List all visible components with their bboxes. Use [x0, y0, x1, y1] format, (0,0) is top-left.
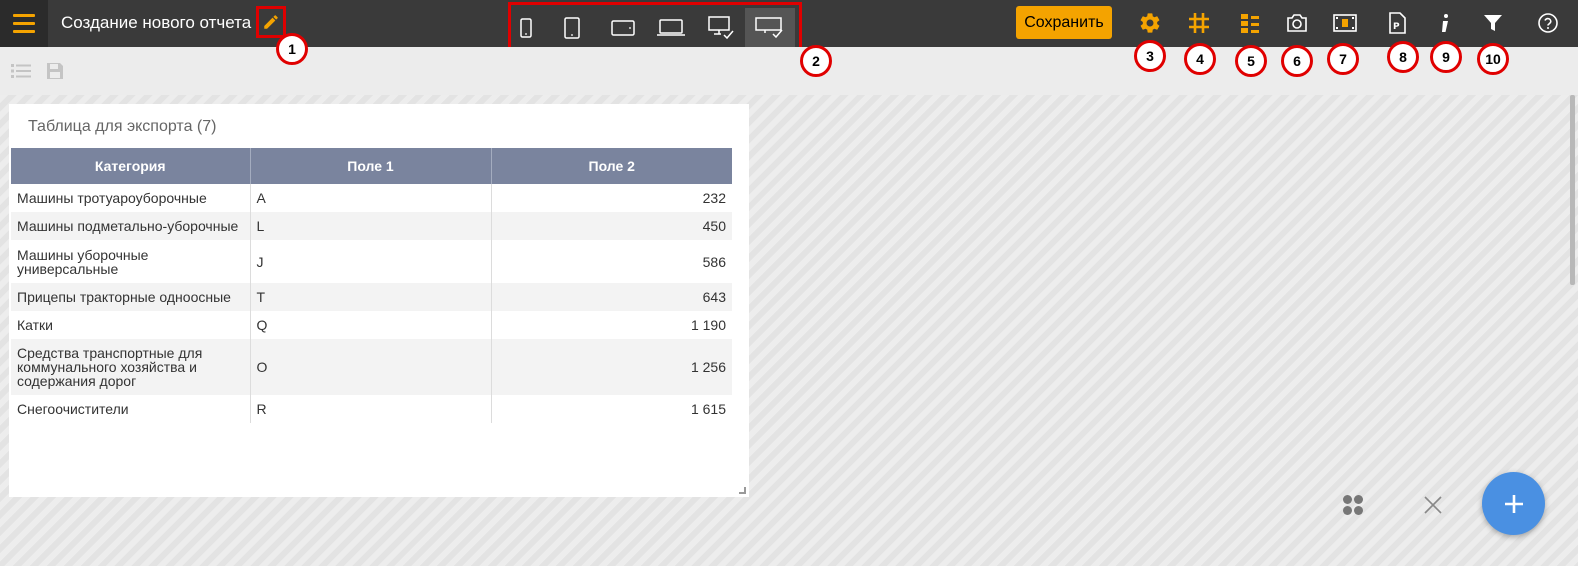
device-widescreen-button[interactable]: [745, 8, 795, 47]
save-layout-button[interactable]: [44, 60, 66, 82]
tree-icon: [1241, 14, 1259, 33]
callout-badge-2: 2: [800, 45, 832, 77]
slideshow-button[interactable]: [1330, 8, 1360, 38]
cell-category: Машины уборочные универсальные: [11, 240, 251, 283]
cell-field2: 586: [702, 253, 726, 270]
add-widget-button[interactable]: [1482, 472, 1545, 535]
cell-category: Прицепы тракторные одноосные: [11, 283, 251, 311]
help-button[interactable]: [1533, 8, 1563, 38]
svg-text:P: P: [1393, 22, 1400, 32]
cell-field1: L: [250, 212, 492, 240]
page-title: Создание нового отчета: [61, 13, 252, 32]
cell-category: Машины тротуароуборочные: [11, 184, 251, 212]
column-header-field1[interactable]: Поле 1: [250, 148, 492, 184]
cell-field1: O: [250, 339, 492, 395]
info-button[interactable]: [1430, 8, 1460, 38]
table-row: Средства транспортные для коммунального …: [11, 339, 732, 395]
four-dots-icon: [1343, 495, 1363, 515]
callout-badge-7: 7: [1327, 43, 1359, 75]
device-tablet-landscape-button[interactable]: [608, 8, 638, 47]
export-table: Категория Поле 1 Поле 2 Машины тротуароу…: [11, 148, 732, 423]
table-widget[interactable]: Таблица для экспорта (7) Категория Поле …: [9, 104, 749, 497]
info-icon: [1442, 14, 1448, 32]
edit-title-button[interactable]: [256, 6, 286, 38]
cell-field1: A: [250, 184, 492, 212]
filter-button[interactable]: [1478, 8, 1508, 38]
device-phone-portrait-button[interactable]: [513, 8, 539, 47]
tablet-landscape-icon: [611, 19, 635, 36]
cell-category: Катки: [11, 311, 251, 339]
callout-badge-4: 4: [1184, 43, 1216, 75]
callout-badge-1: 1: [276, 33, 308, 65]
pdf-icon: P: [1389, 12, 1406, 34]
device-tablet-portrait-button[interactable]: [559, 8, 585, 47]
column-header-category[interactable]: Категория: [11, 148, 251, 184]
plus-icon: [1504, 494, 1523, 513]
help-icon: [1538, 13, 1558, 33]
gear-icon: [1140, 13, 1160, 33]
grid-button[interactable]: [1184, 8, 1214, 38]
cell-category: Средства транспортные для коммунального …: [11, 339, 251, 395]
resize-handle[interactable]: [739, 487, 746, 494]
callout-badge-9: 9: [1430, 41, 1462, 73]
table-row: Машины тротуароуборочные A 232: [11, 184, 732, 212]
menu-icon[interactable]: [0, 0, 48, 47]
canvas-scrollbar[interactable]: [1570, 95, 1575, 285]
column-header-field2[interactable]: Поле 2: [491, 148, 732, 184]
floppy-icon: [47, 63, 63, 79]
tablet-portrait-icon: [564, 16, 580, 39]
filter-icon: [1484, 15, 1502, 31]
phone-portrait-icon: [520, 17, 532, 38]
table-row: Снегоочистители R 1 615: [11, 395, 732, 423]
cell-field2: 1 190: [690, 317, 726, 333]
list-button[interactable]: [10, 60, 32, 82]
device-desktop-button[interactable]: [704, 8, 740, 47]
tree-button[interactable]: [1235, 8, 1265, 38]
cell-category: Машины подметально-уборочные: [11, 212, 251, 240]
callout-badge-5: 5: [1235, 45, 1267, 77]
close-icon: [1424, 496, 1442, 514]
desktop-checked-icon: [708, 15, 734, 39]
close-button[interactable]: [1406, 478, 1460, 532]
wide-screen-checked-icon: [755, 16, 783, 38]
list-icon: [11, 64, 31, 78]
cell-field2: 450: [491, 212, 732, 240]
table-row: Машины подметально-уборочные L 450: [11, 212, 732, 240]
widget-title: Таблица для экспорта (7): [28, 118, 217, 135]
camera-icon: [1287, 14, 1307, 32]
cell-field2: 1 256: [491, 339, 732, 395]
table-row: Катки Q 1 190: [11, 311, 732, 339]
cell-field1: R: [250, 395, 492, 423]
device-laptop-button[interactable]: [653, 8, 689, 47]
settings-button[interactable]: [1135, 8, 1165, 38]
top-bar: Создание нового отчета Сохранить P: [0, 0, 1578, 56]
screenshot-button[interactable]: [1282, 8, 1312, 38]
cell-field2: 643: [491, 283, 732, 311]
callout-badge-3: 3: [1134, 40, 1166, 72]
cell-field1: J: [250, 240, 492, 283]
callout-badge-6: 6: [1281, 45, 1313, 77]
cell-field1: T: [250, 283, 492, 311]
grid-hash-icon: [1189, 13, 1209, 33]
table-row: Прицепы тракторные одноосные T 643: [11, 283, 732, 311]
cell-field1: Q: [250, 311, 492, 339]
pencil-icon: [264, 15, 278, 29]
callout-badge-10: 10: [1477, 43, 1509, 75]
pdf-export-button[interactable]: P: [1382, 8, 1412, 38]
callout-badge-8: 8: [1387, 41, 1419, 73]
film-icon: [1333, 14, 1357, 32]
cell-field2: 1 615: [690, 401, 726, 417]
widgets-menu-button[interactable]: [1326, 478, 1380, 532]
cell-field2: 232: [702, 190, 726, 206]
save-button[interactable]: Сохранить: [1016, 6, 1112, 39]
laptop-icon: [657, 18, 685, 36]
cell-category: Снегоочистители: [11, 395, 251, 423]
table-row: Машины уборочные универсальные J 586: [11, 240, 732, 283]
